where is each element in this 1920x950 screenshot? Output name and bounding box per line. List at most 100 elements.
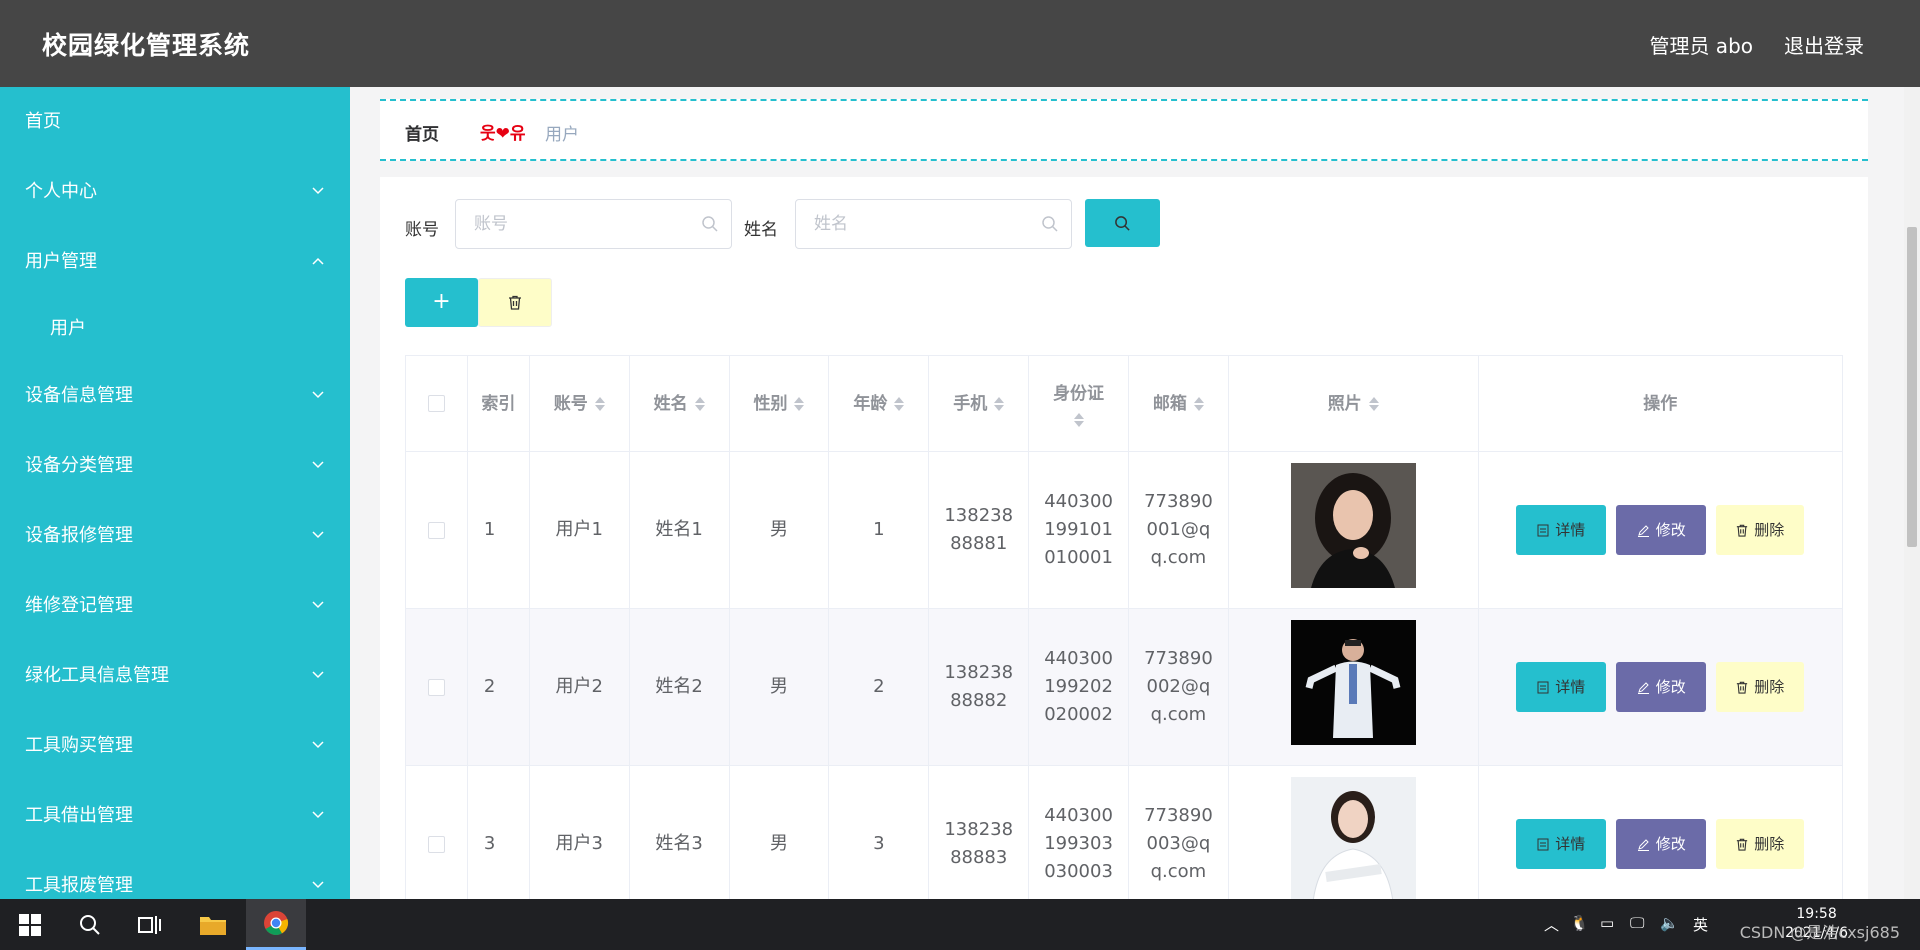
sort-caret-icon[interactable] xyxy=(994,396,1005,412)
name-search-box[interactable] xyxy=(795,199,1072,249)
sidebar-item-11[interactable]: 工具报废管理 xyxy=(0,851,350,899)
sort-caret-icon[interactable] xyxy=(894,396,905,412)
sort-caret-icon[interactable] xyxy=(794,396,805,412)
detail-label: 详情 xyxy=(1555,678,1586,696)
cell-email: 773890003@qq.com xyxy=(1129,766,1229,899)
file-explorer-icon[interactable] xyxy=(183,899,243,950)
row-select-cell xyxy=(406,609,468,765)
cell-value: 773890002@qq.com xyxy=(1144,648,1213,725)
name-search-input[interactable] xyxy=(814,200,1034,248)
column-header-1[interactable]: 账号 xyxy=(530,356,630,451)
cell-index: 1 xyxy=(468,452,530,608)
cell-value: 773890001@qq.com xyxy=(1144,491,1213,568)
sidebar-item-0[interactable]: 首页 xyxy=(0,87,350,157)
breadcrumb-home[interactable]: 首页 xyxy=(405,120,439,145)
edit-button[interactable]: 修改 xyxy=(1616,662,1707,712)
sort-caret-icon[interactable] xyxy=(1368,396,1379,412)
edit-button[interactable]: 修改 xyxy=(1616,819,1707,869)
column-header-4[interactable]: 年龄 xyxy=(829,356,930,451)
sidebar-item-9[interactable]: 工具购买管理 xyxy=(0,711,350,781)
cell-gender: 男 xyxy=(730,766,830,899)
sidebar-item-label: 设备信息管理 xyxy=(25,385,133,406)
cell-value: 用户2 xyxy=(555,676,603,697)
sidebar-item-2[interactable]: 用户管理 xyxy=(0,227,350,297)
app-title: 校园绿化管理系统 xyxy=(42,31,251,60)
column-header-label: 账号 xyxy=(553,393,588,414)
ime-indicator[interactable]: 英 xyxy=(1693,914,1708,935)
row-checkbox[interactable] xyxy=(427,678,445,696)
column-header-3[interactable]: 性别 xyxy=(730,356,830,451)
sidebar-item-6[interactable]: 设备报修管理 xyxy=(0,501,350,571)
delete-label: 删除 xyxy=(1754,678,1785,696)
cell-value: 3 xyxy=(873,833,885,854)
account-search-label: 账号 xyxy=(405,220,439,240)
detail-button[interactable]: 详情 xyxy=(1516,819,1607,869)
column-header-7[interactable]: 邮箱 xyxy=(1129,356,1229,451)
row-checkbox[interactable] xyxy=(427,521,445,539)
edit-label: 修改 xyxy=(1655,678,1686,696)
sidebar-item-3[interactable]: 用户 xyxy=(0,297,350,361)
scrollbar-thumb[interactable] xyxy=(1907,227,1917,547)
users-table: 索引 账号 姓名 性别 年龄 手机 身份证 邮箱 照片 操作 1 用户1 姓名1 男 1 138238888… xyxy=(405,355,1843,899)
select-all-checkbox[interactable] xyxy=(427,395,445,412)
sidebar-item-4[interactable]: 设备信息管理 xyxy=(0,361,350,431)
delete-button[interactable]: 删除 xyxy=(1716,662,1805,712)
add-button[interactable]: + xyxy=(405,278,478,327)
edit-button[interactable]: 修改 xyxy=(1616,505,1707,555)
column-header-2[interactable]: 姓名 xyxy=(630,356,730,451)
account-search-box[interactable] xyxy=(455,199,732,249)
detail-button[interactable]: 详情 xyxy=(1516,505,1607,555)
sidebar-item-7[interactable]: 维修登记管理 xyxy=(0,571,350,641)
battery-tray-icon[interactable]: ▭ xyxy=(1600,914,1614,932)
detail-button[interactable]: 详情 xyxy=(1516,662,1607,712)
row-select-cell xyxy=(406,766,468,899)
chevron-down-icon xyxy=(312,391,324,399)
cell-email: 773890001@qq.com xyxy=(1129,452,1229,608)
cell-age: 1 xyxy=(829,452,930,608)
volume-tray-icon[interactable]: 🔈 xyxy=(1660,914,1679,932)
cell-index: 2 xyxy=(468,609,530,765)
delete-button[interactable]: 删除 xyxy=(1716,819,1805,869)
task-view-icon[interactable] xyxy=(120,899,180,950)
cell-age: 2 xyxy=(829,609,930,765)
sidebar-item-10[interactable]: 工具借出管理 xyxy=(0,781,350,851)
cell-value: 2 xyxy=(483,676,496,697)
sidebar-item-8[interactable]: 绿化工具信息管理 xyxy=(0,641,350,711)
sort-caret-icon[interactable] xyxy=(694,396,705,412)
batch-delete-button[interactable] xyxy=(478,278,552,327)
column-header-5[interactable]: 手机 xyxy=(929,356,1030,451)
delete-button[interactable]: 删除 xyxy=(1716,505,1805,555)
sort-caret-icon[interactable] xyxy=(594,396,605,412)
sidebar-item-5[interactable]: 设备分类管理 xyxy=(0,431,350,501)
chevron-down-icon xyxy=(312,741,324,749)
chrome-icon[interactable] xyxy=(246,899,306,950)
sort-caret-icon[interactable] xyxy=(1193,396,1204,412)
chevron-down-icon xyxy=(312,187,324,195)
cell-name: 姓名3 xyxy=(630,766,730,899)
logout-link[interactable]: 退出登录 xyxy=(1784,30,1864,59)
windows-start-icon[interactable] xyxy=(0,899,60,950)
table-row: 2 用户2 姓名2 男 2 13823888882 440300199202020002 77… xyxy=(406,609,1842,766)
trash-icon xyxy=(509,295,521,310)
column-header-label: 索引 xyxy=(481,393,516,414)
column-header-6[interactable]: 身份证 xyxy=(1029,356,1129,451)
column-header-8[interactable]: 照片 xyxy=(1229,356,1479,451)
windows-taskbar: ︿ 🐧 ▭ 🖵 🔈 英 19:58 2021/4/6 CSDN @是浩cxsj6… xyxy=(0,899,1920,950)
row-select-cell xyxy=(406,452,468,608)
sidebar-item-1[interactable]: 个人中心 xyxy=(0,157,350,227)
taskbar-search-icon[interactable] xyxy=(60,899,120,950)
document-icon xyxy=(1537,681,1549,693)
account-search-input[interactable] xyxy=(474,200,694,248)
cell-value: 姓名3 xyxy=(655,833,703,854)
breadcrumb: 首页 웃❤유 用户 xyxy=(380,99,1868,161)
edit-label: 修改 xyxy=(1655,521,1686,539)
sort-caret-icon[interactable] xyxy=(1073,412,1084,428)
row-checkbox[interactable] xyxy=(427,835,445,853)
search-button[interactable] xyxy=(1085,199,1160,247)
qq-tray-icon[interactable]: 🐧 xyxy=(1570,914,1589,932)
tray-chevron-up-icon[interactable]: ︿ xyxy=(1544,914,1559,935)
cell-value: 用户3 xyxy=(555,833,603,854)
vertical-scrollbar[interactable] xyxy=(1904,87,1920,899)
network-tray-icon[interactable]: 🖵 xyxy=(1630,914,1644,932)
search-icon xyxy=(702,216,718,232)
